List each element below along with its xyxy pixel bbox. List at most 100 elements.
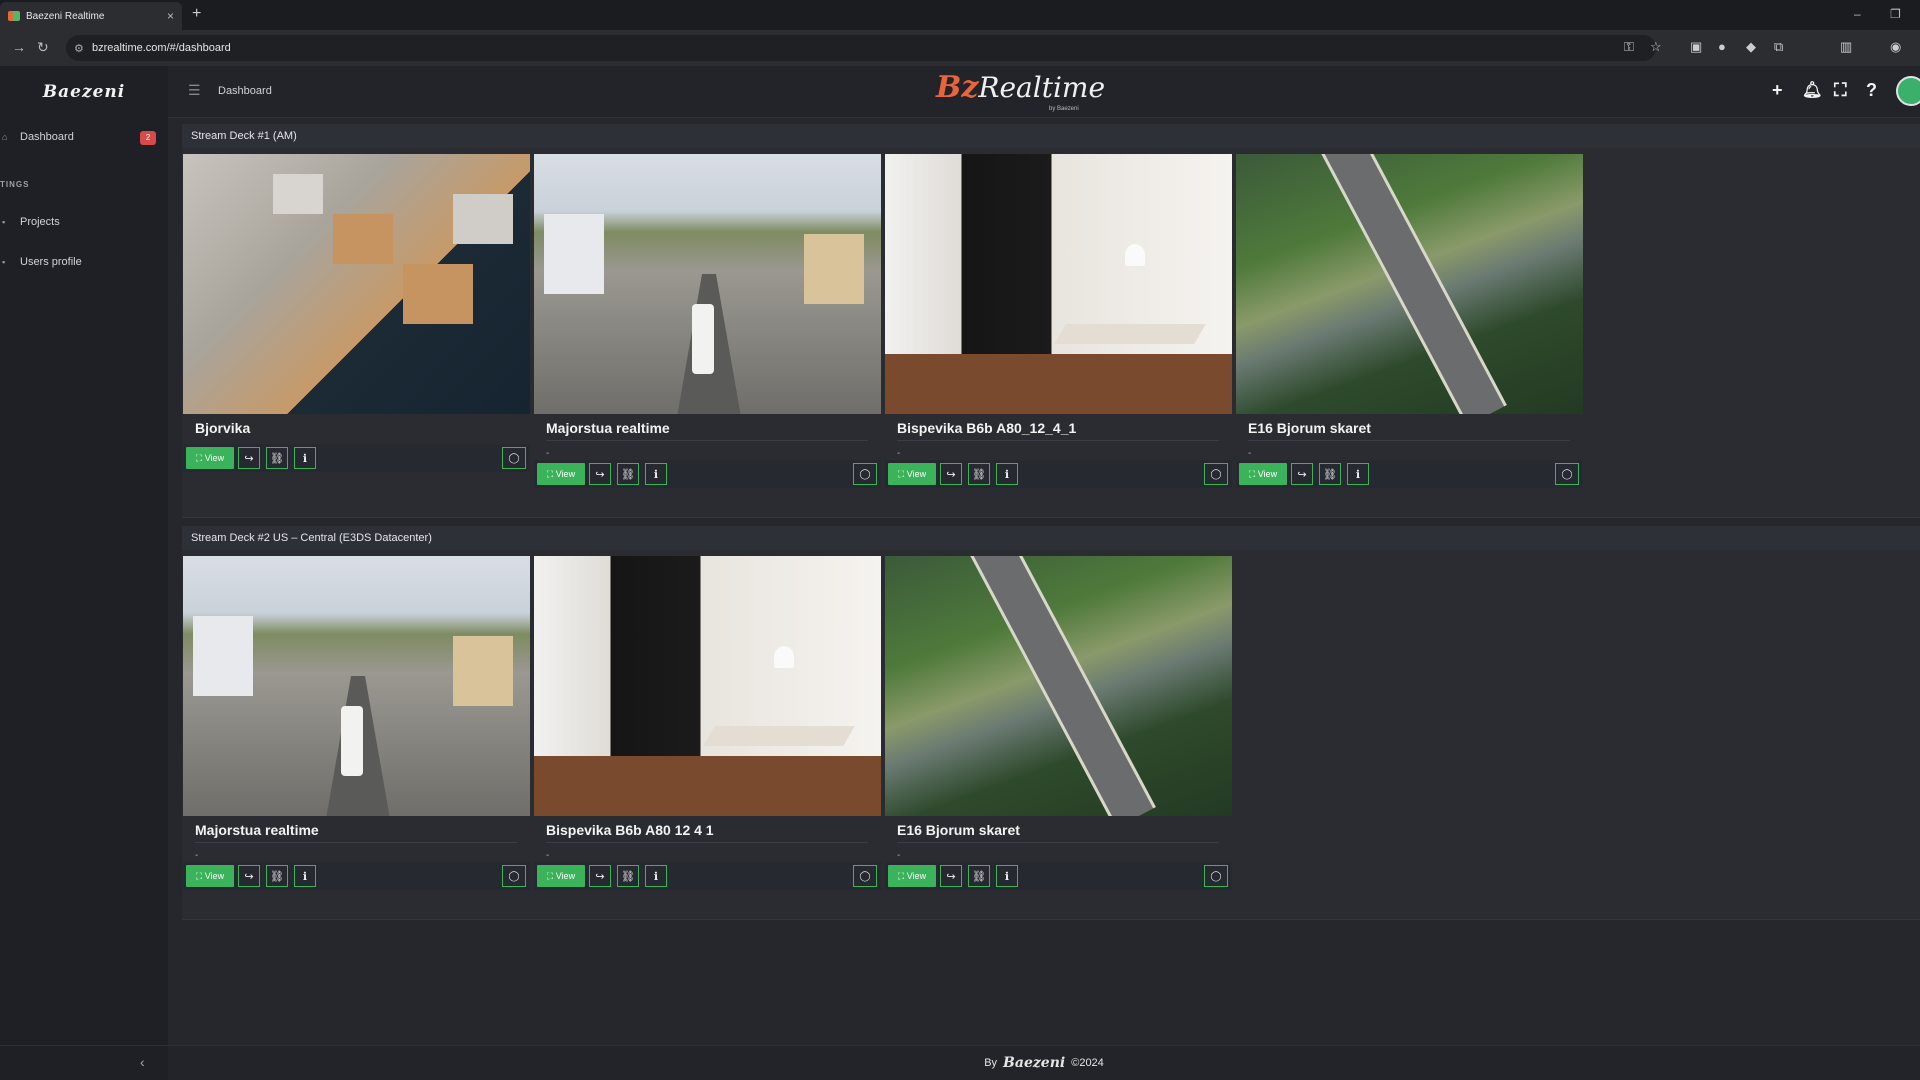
project-card: Bjorvika ⛶ View ↪ ⛓ ℹ ◯ xyxy=(183,154,530,494)
project-thumbnail[interactable] xyxy=(183,556,530,816)
link-icon: ⛓ xyxy=(270,452,284,465)
breadcrumb: Dashboard xyxy=(218,85,272,97)
info-button[interactable]: ℹ xyxy=(1347,463,1369,485)
project-thumbnail[interactable] xyxy=(534,556,881,816)
view-button-label: View xyxy=(204,453,225,463)
project-card: E16 Bjorum skaret - ⛶ View ↪ ⛓ ℹ ◯ xyxy=(1236,154,1583,510)
view-button[interactable]: ⛶ View xyxy=(537,865,585,887)
stream-deck-row: Majorstua realtime - ⛶ View ↪ ⛓ ℹ ◯ Bisp… xyxy=(182,550,1920,920)
fullscreen-icon: ⛶ xyxy=(897,468,907,479)
sidebar: ⌂ Dashboard 2 TINGS ▪ Projects ▪ Users p… xyxy=(0,118,168,1045)
menu-toggle-icon[interactable]: ☰ xyxy=(188,82,201,99)
sidebar-item-projects[interactable]: ▪ Projects xyxy=(0,207,168,237)
view-button-label: View xyxy=(555,871,576,881)
password-key-icon[interactable]: ⚿ xyxy=(1624,39,1634,55)
copy-link-button[interactable]: ⛓ xyxy=(968,463,990,485)
view-button[interactable]: ⛶ View xyxy=(1239,463,1287,485)
comment-button[interactable]: ◯ xyxy=(853,865,877,887)
project-description: - xyxy=(546,448,550,459)
share-button[interactable]: ↪ xyxy=(238,865,260,887)
forward-icon[interactable]: → xyxy=(12,39,26,55)
extension-icon[interactable]: ▣ xyxy=(1690,39,1702,55)
minimize-button[interactable]: – xyxy=(1854,7,1861,21)
sidepanel-icon[interactable]: ▥ xyxy=(1840,39,1852,55)
card-actions: ⛶ View ↪ ⛓ ℹ ◯ xyxy=(534,862,881,890)
bzrealtime-logo: BzRealtime by Baezeni xyxy=(936,70,1105,114)
site-info-icon[interactable]: ⚙ xyxy=(74,42,84,55)
fullscreen-icon[interactable]: ⛶ xyxy=(1834,80,1847,101)
copy-link-button[interactable]: ⛓ xyxy=(266,447,288,469)
app-footer: By Baezeni ©2024 xyxy=(168,1045,1920,1080)
copy-link-button[interactable]: ⛓ xyxy=(968,865,990,887)
profile-icon[interactable]: ◉ xyxy=(1890,39,1901,55)
fullscreen-icon: ⛶ xyxy=(546,468,556,479)
extensions-puzzle-icon[interactable]: ⧉ xyxy=(1774,39,1783,55)
help-icon[interactable]: ? xyxy=(1866,80,1877,101)
share-button[interactable]: ↪ xyxy=(940,463,962,485)
comment-button[interactable]: ◯ xyxy=(853,463,877,485)
project-description: - xyxy=(897,850,901,861)
view-button-label: View xyxy=(906,469,927,479)
card-actions: ⛶ View ↪ ⛓ ℹ ◯ xyxy=(534,460,881,488)
info-icon: ℹ xyxy=(653,870,659,883)
tab-close-icon[interactable]: × xyxy=(167,9,174,23)
info-button[interactable]: ℹ xyxy=(294,447,316,469)
project-thumbnail[interactable] xyxy=(1236,154,1583,414)
project-thumbnail[interactable] xyxy=(885,556,1232,816)
divider xyxy=(195,842,517,843)
avatar[interactable] xyxy=(1896,76,1920,106)
fullscreen-icon: ⛶ xyxy=(1248,468,1258,479)
share-button[interactable]: ↪ xyxy=(589,865,611,887)
share-button[interactable]: ↪ xyxy=(1291,463,1313,485)
share-button[interactable]: ↪ xyxy=(589,463,611,485)
view-button[interactable]: ⛶ View xyxy=(537,463,585,485)
new-tab-button[interactable]: + xyxy=(192,5,201,23)
project-thumbnail[interactable] xyxy=(534,154,881,414)
share-button[interactable]: ↪ xyxy=(940,865,962,887)
info-button[interactable]: ℹ xyxy=(996,865,1018,887)
info-button[interactable]: ℹ xyxy=(645,463,667,485)
sidebar-item-users-profile[interactable]: ▪ Users profile xyxy=(0,247,168,277)
card-actions: ⛶ View ↪ ⛓ ℹ ◯ xyxy=(183,862,530,890)
reload-icon[interactable]: ↻ xyxy=(37,39,49,56)
extension-icon[interactable]: ● xyxy=(1718,39,1726,54)
comment-button[interactable]: ◯ xyxy=(502,865,526,887)
comment-button[interactable]: ◯ xyxy=(1204,865,1228,887)
project-description: - xyxy=(195,850,199,861)
chat-icon: ◯ xyxy=(1561,468,1573,480)
sidebar-footer: ‹ xyxy=(0,1045,168,1080)
chat-icon: ◯ xyxy=(859,468,871,480)
plus-icon[interactable]: + xyxy=(1772,80,1783,101)
view-button[interactable]: ⛶ View xyxy=(888,463,936,485)
browser-tab[interactable]: Baezeni Realtime × xyxy=(0,2,182,30)
info-button[interactable]: ℹ xyxy=(645,865,667,887)
restore-button[interactable]: ❐ xyxy=(1890,7,1901,21)
collapse-sidebar-icon[interactable]: ‹ xyxy=(140,1054,145,1070)
copy-link-button[interactable]: ⛓ xyxy=(617,865,639,887)
logo-by: by Baezeni xyxy=(1049,106,1079,112)
copy-link-button[interactable]: ⛓ xyxy=(617,463,639,485)
view-button-label: View xyxy=(1257,469,1278,479)
copy-link-button[interactable]: ⛓ xyxy=(266,865,288,887)
project-thumbnail[interactable] xyxy=(885,154,1232,414)
project-name: Bispevika B6b A80_12_4_1 xyxy=(897,420,1077,436)
view-button[interactable]: ⛶ View xyxy=(186,447,234,469)
view-button-label: View xyxy=(906,871,927,881)
comment-button[interactable]: ◯ xyxy=(502,447,526,469)
extension-icon[interactable]: ◆ xyxy=(1746,39,1756,55)
comment-button[interactable]: ◯ xyxy=(1555,463,1579,485)
share-button[interactable]: ↪ xyxy=(238,447,260,469)
sidebar-brand-logo[interactable]: Baezeni xyxy=(0,66,168,118)
url-field[interactable]: ⚙ bzrealtime.com/#/dashboard xyxy=(66,35,1656,61)
view-button[interactable]: ⛶ View xyxy=(888,865,936,887)
sidebar-item-dashboard[interactable]: ⌂ Dashboard 2 xyxy=(0,122,168,152)
project-thumbnail[interactable] xyxy=(183,154,530,414)
bell-icon[interactable]: 🔔︎ xyxy=(1802,80,1822,100)
share-icon: ↪ xyxy=(244,452,254,465)
copy-link-button[interactable]: ⛓ xyxy=(1319,463,1341,485)
info-button[interactable]: ℹ xyxy=(294,865,316,887)
info-button[interactable]: ℹ xyxy=(996,463,1018,485)
comment-button[interactable]: ◯ xyxy=(1204,463,1228,485)
bookmark-star-icon[interactable]: ☆ xyxy=(1650,39,1662,55)
view-button[interactable]: ⛶ View xyxy=(186,865,234,887)
